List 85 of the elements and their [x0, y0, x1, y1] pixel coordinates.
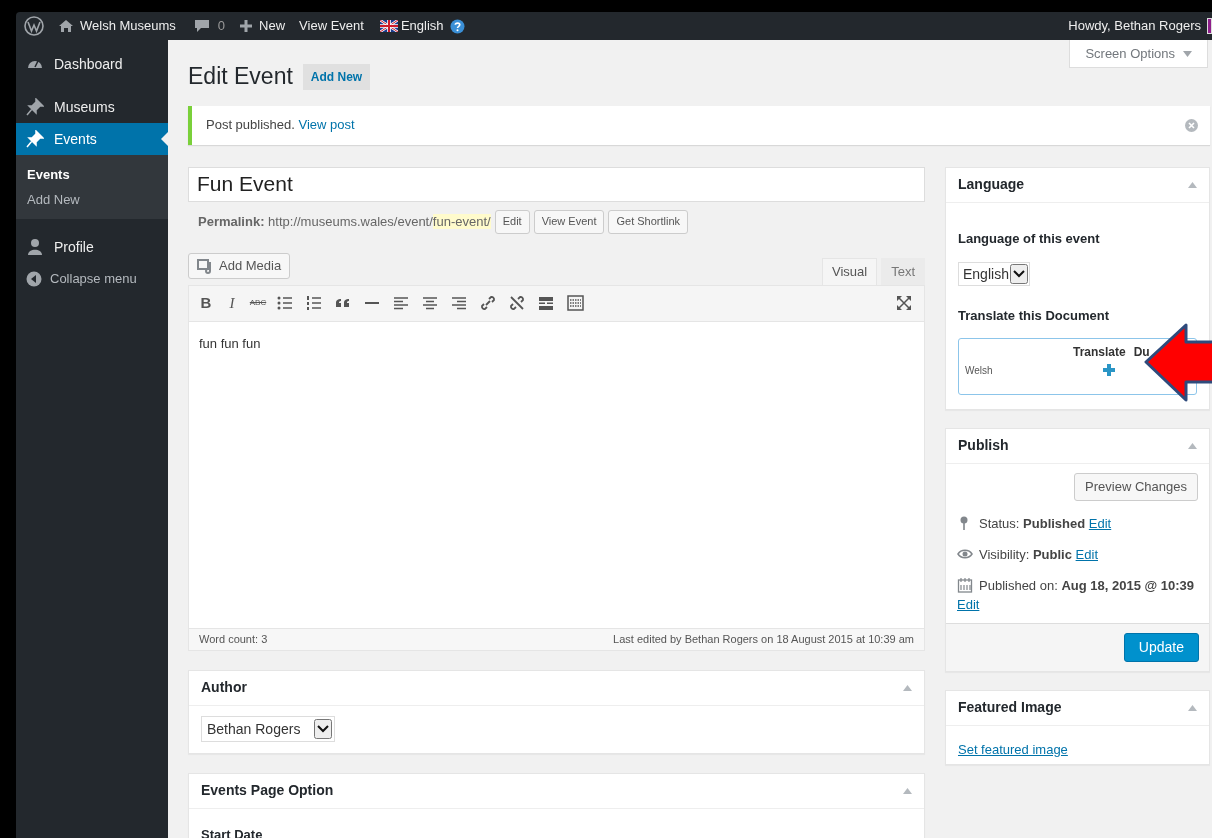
- editor-tab[interactable]: Visual: [821, 257, 878, 285]
- bullet-list-icon[interactable]: [277, 295, 294, 311]
- menu-item[interactable]: Museums: [16, 91, 168, 123]
- pin-icon: [26, 98, 44, 116]
- collapse-caret-icon: [903, 787, 912, 794]
- fullscreen-icon[interactable]: [896, 295, 912, 311]
- toolbar-button[interactable]: B: [199, 291, 213, 315]
- set-featured-image-link[interactable]: Set featured image: [958, 741, 1068, 757]
- calendar-icon: [957, 576, 973, 593]
- add-new-button[interactable]: Add New: [302, 64, 371, 91]
- editor-text: fun fun fun: [199, 334, 262, 353]
- edit-link[interactable]: Edit: [1088, 515, 1112, 531]
- site-link[interactable]: Welsh Museums: [58, 16, 176, 36]
- align-right-icon[interactable]: [451, 295, 468, 311]
- comment-icon: [193, 19, 210, 33]
- editor-area[interactable]: fun fun fun: [189, 321, 924, 628]
- column-header: Du: [1133, 343, 1150, 361]
- pin-icon: [26, 130, 44, 148]
- help-icon: [449, 18, 465, 34]
- field-label: Language of this event: [958, 229, 1101, 248]
- add-media-button[interactable]: Add Media: [188, 252, 291, 279]
- screen-options-button[interactable]: Screen Options: [1069, 40, 1208, 68]
- publish-info-text: Status: Published Edit: [979, 514, 1112, 532]
- box-title: Events Page Option: [201, 781, 334, 800]
- flag-icon: [379, 20, 398, 32]
- toolbar-button[interactable]: I: [225, 291, 239, 315]
- title-field[interactable]: Fun Event: [188, 166, 925, 202]
- toolbar-toggle-icon[interactable]: [567, 295, 584, 311]
- page-heading: Edit Event: [188, 62, 293, 91]
- edit-link[interactable]: Edit: [957, 595, 980, 613]
- logo-icon: [24, 16, 44, 36]
- publish-info-text: Visibility: Public Edit: [979, 545, 1098, 563]
- caret-icon: [1183, 50, 1192, 57]
- preview-changes-button[interactable]: Preview Changes: [1074, 472, 1198, 501]
- collapse-caret-icon: [903, 684, 912, 691]
- permalink-button[interactable]: View Event: [533, 209, 605, 234]
- collapse-caret-icon: [1188, 704, 1197, 711]
- new-link[interactable]: New: [239, 16, 286, 36]
- read-more-icon[interactable]: [538, 295, 555, 311]
- plus-icon: [239, 19, 254, 33]
- column-header: Translate: [1073, 343, 1126, 361]
- field-label: Translate this Document: [958, 307, 1110, 325]
- box-title: Publish: [958, 436, 1009, 455]
- align-left-icon[interactable]: [393, 295, 410, 311]
- collapse-caret-icon: [1188, 181, 1197, 188]
- field-label: Start Date: [201, 826, 263, 838]
- box-title: Author: [201, 678, 247, 697]
- box-title: Language: [958, 175, 1025, 194]
- menu-item[interactable]: Dashboard: [16, 48, 168, 80]
- update-button[interactable]: Update: [1123, 632, 1199, 662]
- submenu-item[interactable]: Events: [16, 162, 168, 187]
- unlink-icon[interactable]: [509, 295, 526, 311]
- numbered-list-icon[interactable]: [306, 295, 323, 311]
- comments-link[interactable]: 0: [193, 16, 226, 36]
- home-icon: [58, 19, 74, 33]
- language-link[interactable]: English: [379, 16, 444, 36]
- dismiss-icon: [1185, 118, 1198, 132]
- permalink-button[interactable]: Edit: [494, 209, 530, 234]
- edit-link[interactable]: Edit: [1075, 546, 1098, 562]
- person-icon: [26, 238, 44, 256]
- publish-info-text: Published on: Aug 18, 2015 @ 10:39: [979, 576, 1195, 594]
- author-select[interactable]: Bethan Rogers: [201, 716, 335, 742]
- editor-tab[interactable]: Text: [881, 257, 925, 285]
- toolbar-button[interactable]: ABC: [251, 297, 265, 309]
- add-translation-icon[interactable]: [1103, 364, 1115, 376]
- menu-item[interactable]: Events: [16, 123, 168, 155]
- view-link[interactable]: View Event: [299, 16, 364, 36]
- collapse-menu-button[interactable]: Collapse menu: [16, 263, 168, 295]
- box-title: Featured Image: [958, 698, 1062, 717]
- language-select[interactable]: English: [958, 262, 1030, 286]
- collapse-caret-icon: [1188, 442, 1197, 449]
- greeting-text: Howdy, Bethan Rogers: [1068, 17, 1201, 36]
- view-post-link[interactable]: View post: [298, 117, 355, 133]
- permalink-button[interactable]: Get Shortlink: [608, 209, 689, 234]
- submenu-item[interactable]: Add New: [16, 187, 168, 212]
- last-edited-text: Last edited by Bethan Rogers on 18 August 2015 at 10:39 am: [613, 631, 914, 647]
- notice-text: Post published. View post: [206, 116, 355, 135]
- avatar: [1207, 18, 1212, 34]
- menu-item[interactable]: Profile: [16, 231, 168, 263]
- word-count: Word count: 3: [199, 631, 268, 647]
- permalink-text: Permalink: http://museums.wales/event/fun-event/: [198, 212, 491, 231]
- language-name: Welsh: [965, 363, 994, 378]
- align-center-icon[interactable]: [422, 295, 439, 311]
- link-icon[interactable]: [480, 295, 497, 311]
- collapse-icon: [26, 271, 42, 287]
